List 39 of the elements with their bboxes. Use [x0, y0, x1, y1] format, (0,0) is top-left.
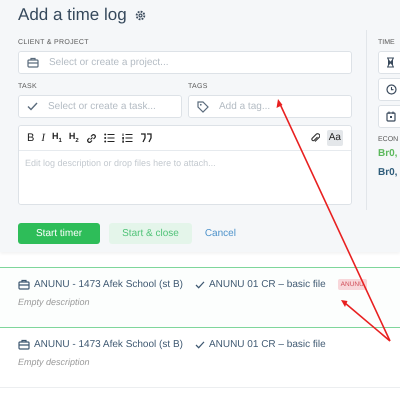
quote-icon[interactable] — [140, 133, 152, 143]
task-field[interactable]: Select or create a task... — [18, 95, 182, 118]
heading-button[interactable]: H$_{2}$ — [68, 130, 79, 146]
task-name: ANUNU 01 CR – basic file — [208, 339, 326, 350]
project-name: ANUNU - 1473 Afek School (st B) — [34, 339, 183, 350]
tags-field[interactable]: Add a tag... — [188, 95, 352, 118]
briefcase-icon — [18, 279, 30, 290]
bold-button[interactable]: B — [27, 132, 34, 144]
format-toggle[interactable]: Aa — [326, 130, 343, 146]
calendar-icon — [386, 111, 396, 122]
project-input[interactable]: Select or create a project... — [47, 56, 343, 69]
description-input[interactable]: Edit log description or drop files here to attach... — [19, 151, 351, 204]
entry-description: Empty description — [18, 297, 91, 307]
heading-button[interactable]: H$_{1}$ — [52, 130, 62, 146]
check-icon — [194, 280, 205, 288]
entry-description: Empty description — [18, 357, 91, 367]
hourglass-icon — [386, 57, 395, 68]
check-icon — [194, 340, 205, 348]
form-title: Add a time log — [18, 5, 127, 25]
description-editor[interactable]: B I H$_{1}$ H$_{2}$ Aa Edit log description or drop files here to attach... — [18, 125, 352, 205]
project-name: ANUNU - 1473 Afek School (st B) — [34, 279, 183, 290]
tags-input[interactable]: Add a tag... — [217, 100, 343, 113]
check-icon — [27, 102, 38, 111]
task-input[interactable]: Select or create a task... — [46, 100, 173, 113]
amount-text: Br0, — [378, 148, 398, 159]
briefcase-icon — [18, 339, 30, 350]
italic-button[interactable]: I — [41, 132, 46, 144]
numbered-list-icon[interactable] — [122, 133, 133, 143]
bullet-list-icon[interactable] — [104, 133, 115, 143]
clock-icon — [386, 84, 397, 95]
tag-icon — [197, 100, 209, 112]
project-field[interactable]: Select or create a project... — [18, 51, 352, 74]
paperclip-icon[interactable] — [310, 132, 320, 144]
amount-text: Br0, — [378, 167, 398, 178]
task-name: ANUNU 01 CR – basic file — [208, 279, 326, 290]
settings-icon[interactable] — [134, 10, 146, 20]
briefcase-icon — [27, 57, 39, 68]
time-log-row[interactable]: ANUNU - 1473 Afek School (st B) ANUNU 01 CR – basic file Empty description — [0, 328, 400, 388]
link-icon[interactable] — [86, 132, 97, 144]
